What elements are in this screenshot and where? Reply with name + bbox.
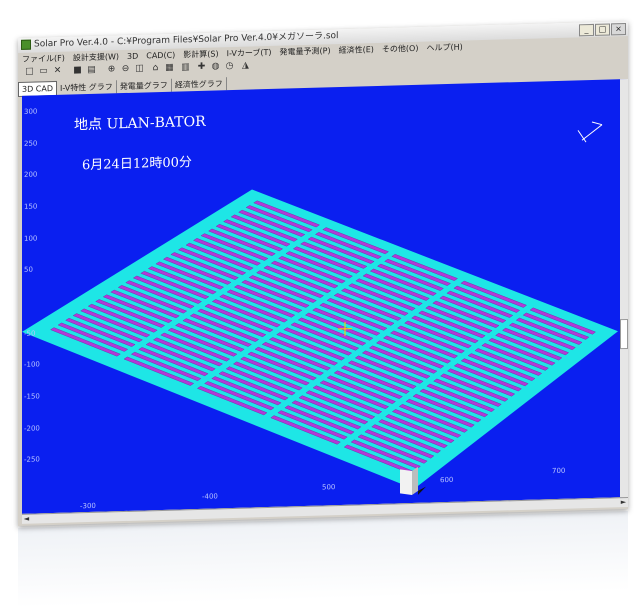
y-axis: 300 250 200 150 100 50 -50 -100 -150 -20…: [22, 95, 48, 514]
datetime-label: 6月24日12時00分: [82, 155, 192, 174]
close-button[interactable]: ×: [611, 23, 626, 36]
globe-icon[interactable]: ◍: [210, 61, 221, 72]
zoom-out-icon[interactable]: ⊖: [120, 64, 131, 75]
open-folder-icon[interactable]: ▭: [38, 66, 49, 77]
new-file-icon[interactable]: □: [24, 67, 35, 78]
y-tick: -50: [24, 329, 36, 338]
menu-3d[interactable]: 3D: [123, 50, 142, 64]
zoom-fit-icon[interactable]: ◫: [134, 63, 145, 74]
y-tick: 300: [24, 107, 38, 116]
y-tick: -150: [24, 392, 40, 401]
compass-arrow-icon: [577, 121, 603, 143]
x-tick: 500: [322, 483, 336, 492]
x-tick: 700: [552, 466, 566, 476]
move-icon[interactable]: ✚: [196, 62, 207, 73]
y-tick: 50: [24, 265, 33, 274]
x-tick: -400: [202, 492, 218, 501]
x-tick: 600: [440, 475, 454, 485]
print-icon[interactable]: ▤: [86, 65, 97, 76]
y-tick: 200: [24, 170, 38, 179]
menu-help[interactable]: ヘルプ(H): [422, 40, 466, 54]
minimize-button[interactable]: _: [579, 23, 594, 37]
graph-icon[interactable]: ▥: [180, 62, 191, 73]
solar-field-scene: [22, 121, 618, 495]
scroll-left-button[interactable]: ◄: [22, 515, 31, 524]
y-tick: -200: [24, 424, 40, 433]
maximize-button[interactable]: □: [595, 23, 610, 36]
location-label: 地点 ULAN-BATOR: [74, 113, 206, 134]
y-tick: 150: [24, 202, 38, 211]
scroll-right-button[interactable]: ►: [619, 498, 628, 507]
window-reflection: [18, 510, 628, 608]
y-tick: -250: [24, 455, 40, 464]
menu-economy[interactable]: 経済性(E): [335, 43, 378, 57]
scroll-thumb[interactable]: [620, 318, 628, 350]
menu-cad[interactable]: CAD(C): [142, 48, 179, 62]
y-tick: -100: [24, 360, 40, 369]
clock-icon[interactable]: ◷: [224, 61, 235, 72]
chart-icon[interactable]: ◮: [240, 60, 251, 71]
y-tick: 100: [24, 234, 38, 243]
app-window: Solar Pro Ver.4.0 - C:¥Program Files¥Sol…: [18, 20, 628, 527]
3d-view[interactable]: 300 250 200 150 100 50 -50 -100 -150 -20…: [22, 78, 628, 514]
y-tick: 250: [24, 139, 38, 148]
module-icon[interactable]: ▦: [164, 63, 175, 74]
cut-icon[interactable]: ✕: [52, 66, 63, 77]
zoom-in-icon[interactable]: ⊕: [106, 64, 117, 75]
menu-other[interactable]: その他(O): [378, 42, 423, 56]
save-icon[interactable]: ■: [72, 65, 83, 76]
house-icon[interactable]: ⌂: [150, 63, 161, 74]
app-icon: [21, 39, 31, 50]
vertical-scrollbar[interactable]: [620, 78, 628, 498]
menu-shadow[interactable]: 影計算(S): [179, 47, 222, 61]
x-tick: -300: [80, 501, 96, 511]
